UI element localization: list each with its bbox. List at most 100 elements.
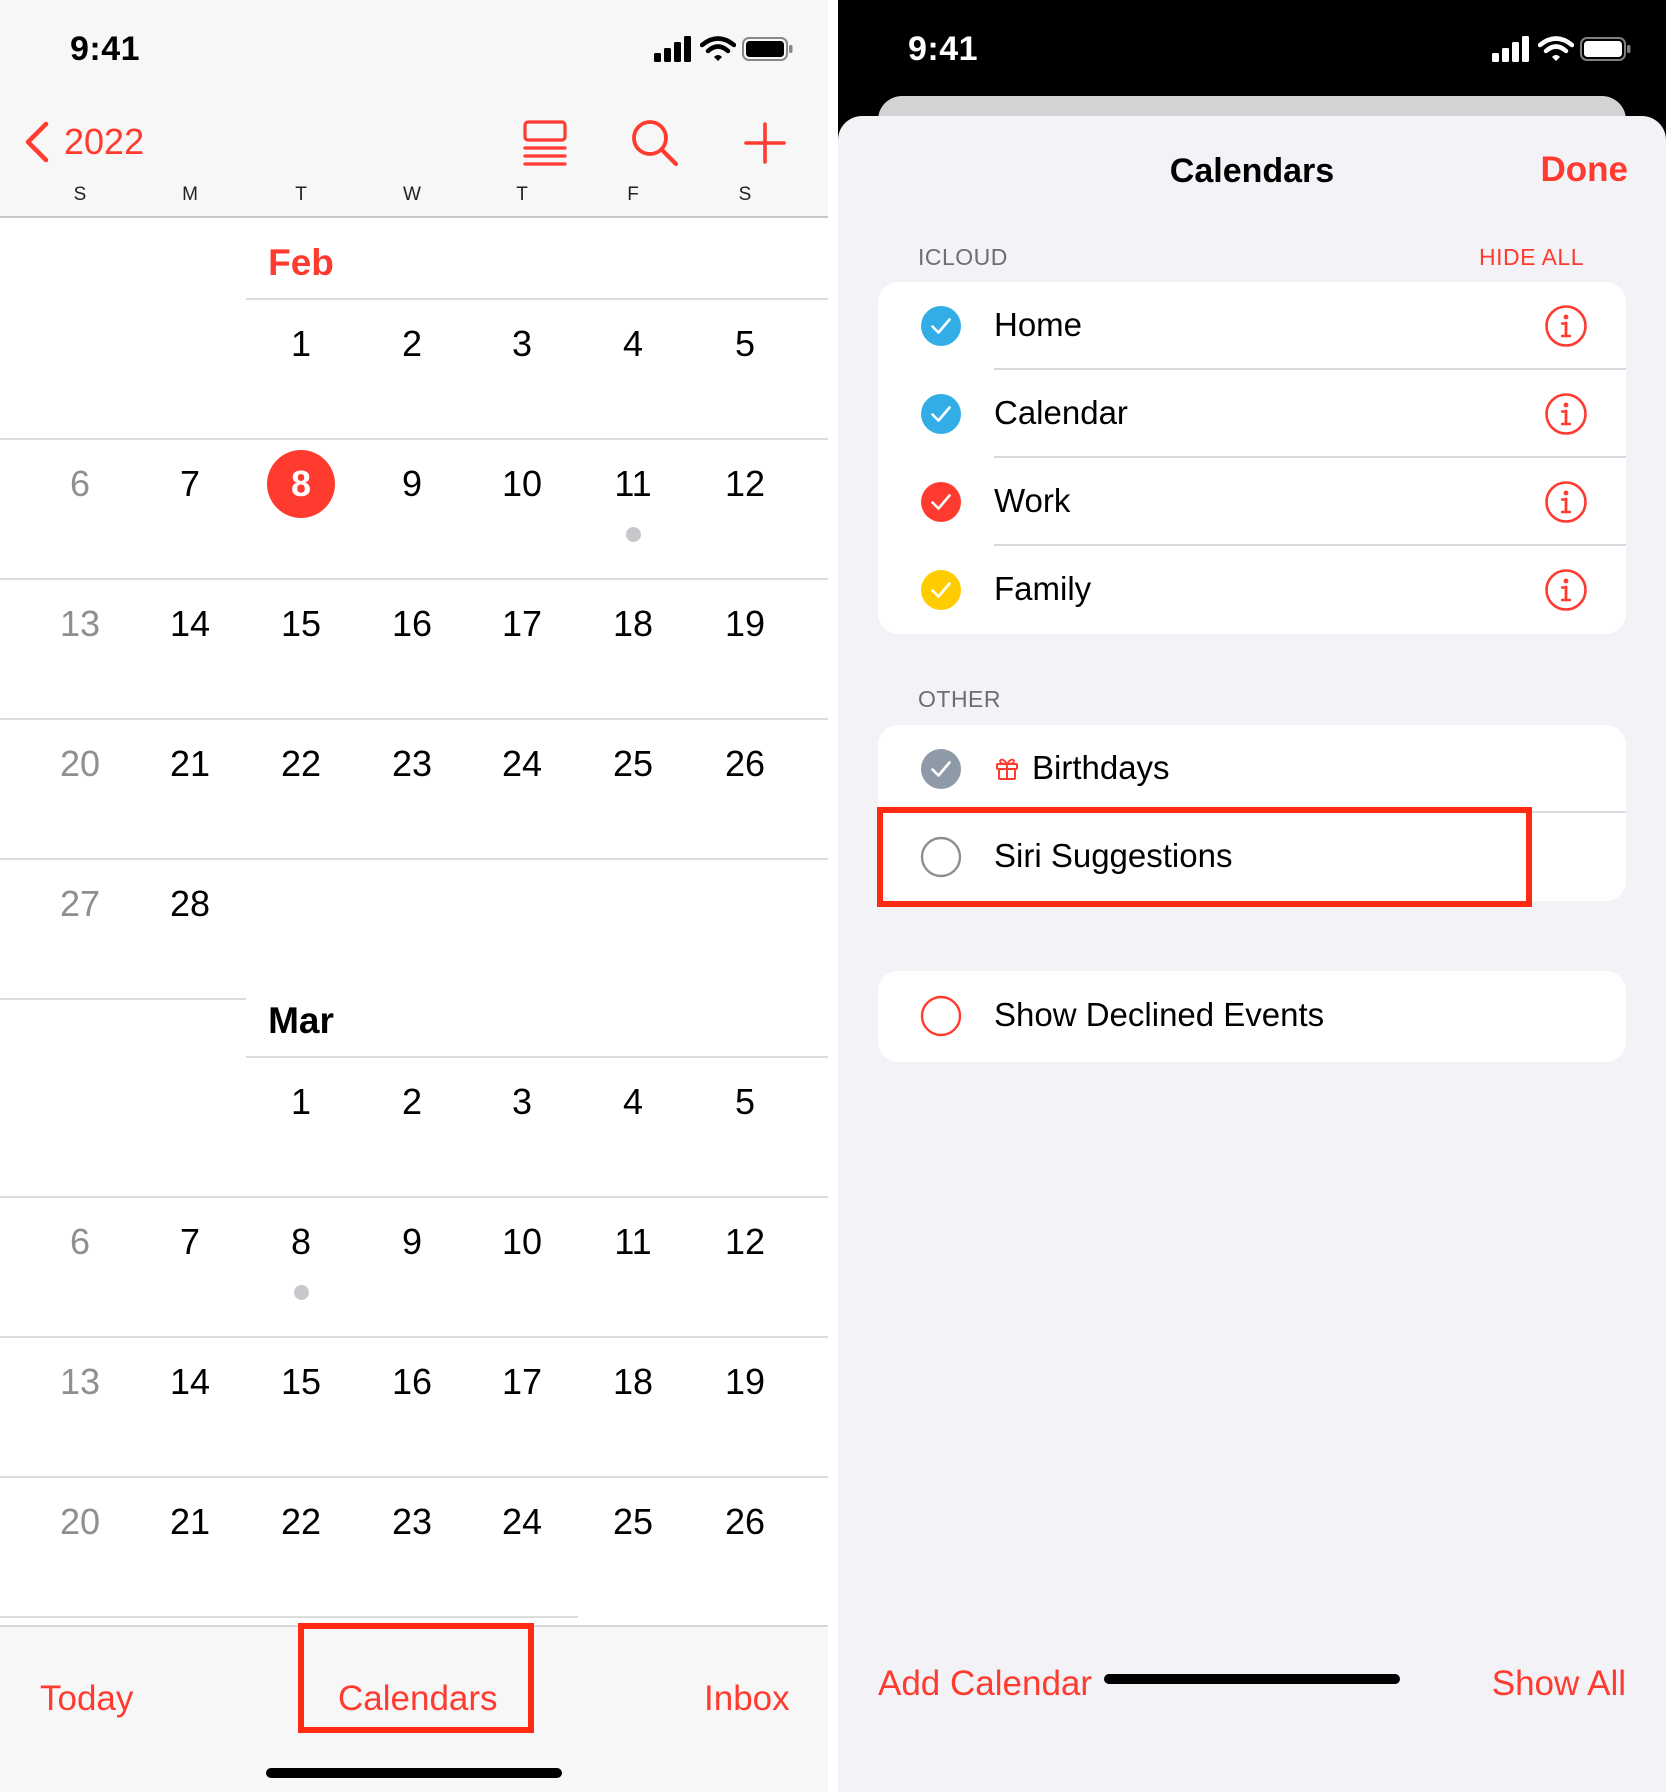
day-cell[interactable]: 7 <box>150 463 230 505</box>
day-cell[interactable]: 7 <box>150 1221 230 1263</box>
day-cell[interactable]: 16 <box>372 1361 452 1403</box>
calendar-row-work[interactable]: Work <box>878 458 1626 546</box>
day-cell[interactable]: 8 <box>261 1221 341 1263</box>
day-cell[interactable]: 28 <box>150 883 230 925</box>
day-cell[interactable]: 26 <box>705 743 785 785</box>
day-cell[interactable]: 26 <box>705 1501 785 1543</box>
calendar-toggle[interactable] <box>920 305 962 347</box>
day-cell[interactable]: 1 <box>261 1081 341 1123</box>
day-cell[interactable]: 15 <box>261 1361 341 1403</box>
day-cell[interactable]: 9 <box>372 1221 452 1263</box>
day-cell[interactable]: 20 <box>40 1501 120 1543</box>
day-cell[interactable]: 11 <box>593 463 673 505</box>
day-cell[interactable]: 22 <box>261 743 341 785</box>
calendar-toggle[interactable] <box>920 481 962 523</box>
day-cell[interactable]: 25 <box>593 1501 673 1543</box>
day-cell[interactable]: 9 <box>372 463 452 505</box>
checkmark-icon <box>921 394 961 434</box>
calendar-row-home[interactable]: Home <box>878 282 1626 370</box>
day-cell[interactable]: 5 <box>705 1081 785 1123</box>
day-cell[interactable]: 27 <box>40 883 120 925</box>
inbox-button[interactable]: Inbox <box>704 1679 790 1719</box>
info-icon[interactable] <box>1544 480 1588 524</box>
day-cell[interactable]: 18 <box>593 603 673 645</box>
search-icon[interactable] <box>628 116 682 170</box>
calendar-name: Family <box>994 570 1092 607</box>
weekday-label: T <box>516 184 528 205</box>
empty-circle-icon <box>920 995 962 1037</box>
done-button[interactable]: Done <box>1541 150 1629 190</box>
weekday-label: S <box>738 184 752 205</box>
day-cell[interactable]: 24 <box>482 743 562 785</box>
week-separator <box>0 998 246 1000</box>
calendars-sheet: Calendars Done ICLOUD HIDE ALL Home Calen… <box>838 116 1666 1792</box>
hide-all-button[interactable]: HIDE ALL <box>1479 244 1584 271</box>
declined-toggle-circle[interactable] <box>920 995 962 1037</box>
month-label-mar: Mar <box>268 1000 334 1041</box>
add-calendar-button[interactable]: Add Calendar <box>878 1664 1092 1704</box>
plus-icon[interactable] <box>738 116 792 170</box>
day-cell[interactable]: 3 <box>482 323 562 365</box>
day-cell[interactable]: 12 <box>705 463 785 505</box>
day-cell[interactable]: 5 <box>705 323 785 365</box>
calendars-settings-screen: 9:41 Calendars Done ICLOUD HIDE ALL Home… <box>838 0 1666 1792</box>
day-cell[interactable]: 18 <box>593 1361 673 1403</box>
day-cell[interactable]: 14 <box>150 603 230 645</box>
day-cell[interactable]: 13 <box>40 603 120 645</box>
calendar-month-screen: 9:41 2022 S M T W T F S Feb 1 2 3 4 5 6 … <box>0 0 828 1792</box>
info-icon[interactable] <box>1544 568 1588 612</box>
weekday-label: W <box>403 184 421 205</box>
day-cell[interactable]: 11 <box>593 1221 673 1263</box>
day-cell[interactable]: 14 <box>150 1361 230 1403</box>
declined-events-group: Show Declined Events <box>878 971 1626 1062</box>
show-all-button[interactable]: Show All <box>1492 1664 1626 1704</box>
info-icon[interactable] <box>1544 392 1588 436</box>
calendar-row-calendar[interactable]: Calendar <box>878 370 1626 458</box>
day-cell[interactable]: 23 <box>372 1501 452 1543</box>
day-cell[interactable]: 10 <box>482 1221 562 1263</box>
cellular-signal-icon <box>654 36 691 62</box>
day-cell[interactable]: 12 <box>705 1221 785 1263</box>
calendar-toggle[interactable] <box>920 748 962 790</box>
icloud-section-header: ICLOUD <box>918 244 1008 270</box>
day-cell[interactable]: 10 <box>482 463 562 505</box>
back-to-year-button[interactable]: 2022 <box>24 118 144 166</box>
day-cell[interactable]: 17 <box>482 603 562 645</box>
calendar-row-family[interactable]: Family <box>878 546 1626 634</box>
day-cell[interactable]: 21 <box>150 743 230 785</box>
bottom-toolbar: Today Calendars Inbox <box>0 1623 828 1792</box>
day-cell[interactable]: 21 <box>150 1501 230 1543</box>
status-time: 9:41 <box>70 30 141 68</box>
day-cell[interactable]: 1 <box>261 323 341 365</box>
year-label: 2022 <box>64 121 145 162</box>
checkmark-icon <box>921 749 961 789</box>
show-declined-events-row[interactable]: Show Declined Events <box>878 972 1626 1060</box>
day-cell[interactable]: 15 <box>261 603 341 645</box>
calendar-row-birthdays[interactable]: Birthdays <box>878 725 1626 813</box>
day-cell[interactable]: 19 <box>705 1361 785 1403</box>
day-cell[interactable]: 24 <box>482 1501 562 1543</box>
day-cell[interactable]: 22 <box>261 1501 341 1543</box>
day-cell[interactable]: 2 <box>372 1081 452 1123</box>
calendar-toggle[interactable] <box>920 393 962 435</box>
day-cell[interactable]: 4 <box>593 323 673 365</box>
day-cell[interactable]: 20 <box>40 743 120 785</box>
week-separator <box>0 1616 578 1618</box>
calendar-toggle[interactable] <box>920 569 962 611</box>
day-cell[interactable]: 2 <box>372 323 452 365</box>
day-cell[interactable]: 13 <box>40 1361 120 1403</box>
list-view-icon[interactable] <box>518 116 572 170</box>
day-cell[interactable]: 19 <box>705 603 785 645</box>
day-cell[interactable]: 3 <box>482 1081 562 1123</box>
day-cell[interactable]: 16 <box>372 603 452 645</box>
today-button[interactable]: Today <box>40 1679 133 1719</box>
day-cell[interactable]: 17 <box>482 1361 562 1403</box>
day-cell[interactable]: 8 <box>261 463 341 505</box>
week-separator <box>246 298 828 300</box>
day-cell[interactable]: 4 <box>593 1081 673 1123</box>
day-cell[interactable]: 23 <box>372 743 452 785</box>
day-cell[interactable]: 25 <box>593 743 673 785</box>
day-cell[interactable]: 6 <box>40 1221 120 1263</box>
info-icon[interactable] <box>1544 304 1588 348</box>
day-cell[interactable]: 6 <box>40 463 120 505</box>
